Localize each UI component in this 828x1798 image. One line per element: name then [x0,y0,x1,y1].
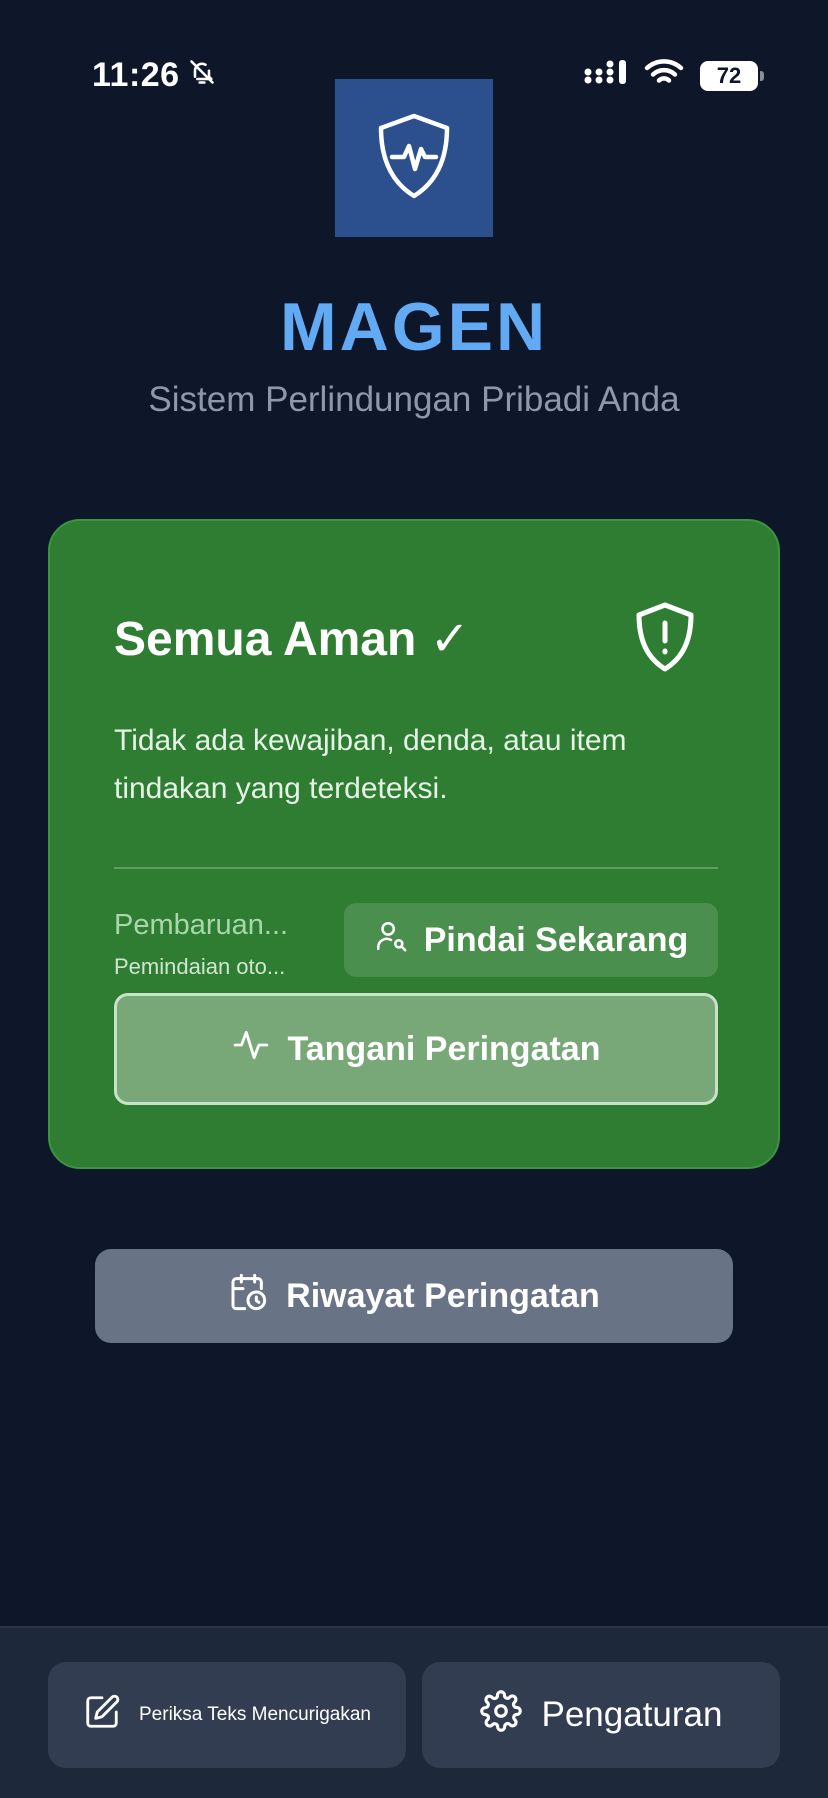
activity-icon [232,1026,270,1073]
alert-history-button[interactable]: Riwayat Peringatan [95,1249,733,1343]
signal-icon [584,60,628,91]
bell-muted-icon [188,56,216,95]
handle-alerts-button[interactable]: Tangani Peringatan [114,993,718,1105]
status-title: Semua Aman ✓ [114,613,470,666]
update-status-title: Pembaruan... [114,909,289,941]
app-subtitle: Sistem Perlindungan Pribadi Anda [148,380,680,419]
alert-history-label: Riwayat Peringatan [286,1276,600,1315]
app-title: MAGEN [279,289,549,365]
settings-label: Pengaturan [541,1695,723,1734]
app-logo [335,79,493,237]
battery-level: 72 [716,62,742,88]
scan-now-button[interactable]: Pindai Sekarang [344,903,718,977]
check-suspicious-text-label: Periksa Teks Mencurigakan [139,1704,371,1725]
user-search-icon [374,919,408,962]
card-divider [114,867,718,869]
wifi-icon [644,58,684,93]
bottom-action-bar: Periksa Teks Mencurigakan Pengaturan [0,1626,828,1798]
gear-icon [479,1689,522,1741]
battery-icon: 72 [700,60,764,91]
time-text: 11:26 [92,56,180,94]
shield-heartbeat-icon [375,111,453,206]
edit-icon [83,1693,121,1737]
app-screen: 11:26 72 MAGEN Sistem Perlindungan Priba… [0,0,828,1798]
status-bar-time: 11:26 [92,56,216,95]
update-status-subtitle: Pemindaian oto... [114,954,286,979]
check-suspicious-text-button[interactable]: Periksa Teks Mencurigakan [48,1662,406,1768]
shield-alert-icon [634,601,696,678]
status-bar-icons: 72 [584,58,764,93]
status-description: Tidak ada kewajiban, denda, atau item ti… [114,724,627,805]
scan-now-label: Pindai Sekarang [423,920,689,959]
protection-status-card: Semua Aman ✓ Tidak ada kewajiban, denda,… [48,519,780,1169]
handle-alerts-label: Tangani Peringatan [287,1029,601,1068]
calendar-clock-icon [228,1272,268,1321]
settings-button[interactable]: Pengaturan [422,1662,780,1768]
